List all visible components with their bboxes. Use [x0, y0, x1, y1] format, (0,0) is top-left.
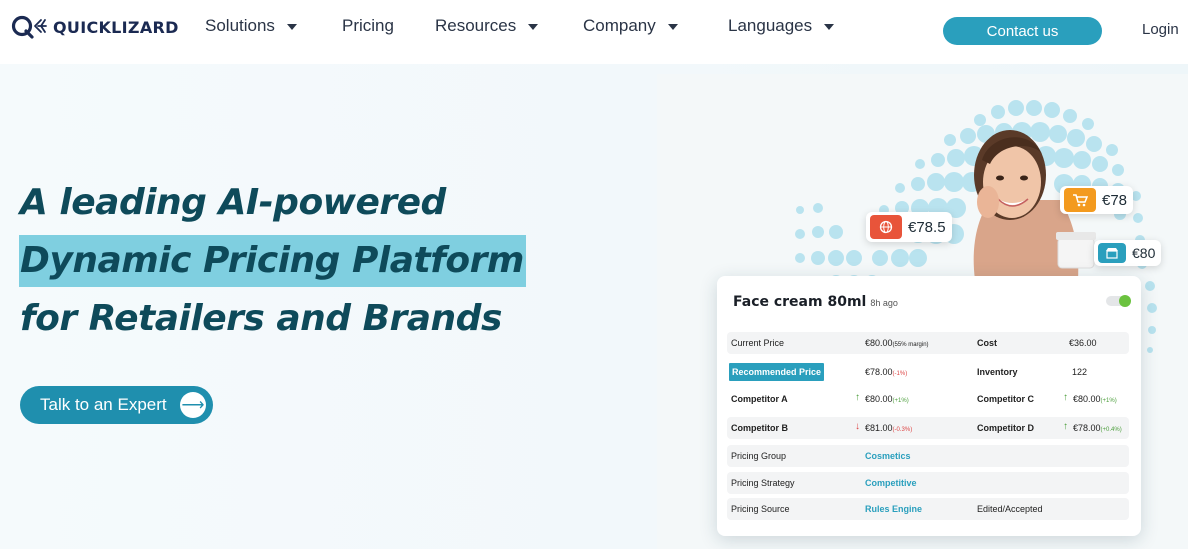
caret-down-icon: [667, 24, 678, 30]
login-link[interactable]: Login: [1142, 21, 1179, 38]
cta-label: Talk to an Expert: [40, 395, 167, 414]
instore-price: €80: [1132, 245, 1156, 261]
hero-headline: A leading AI-powered Dynamic Pricing Pla…: [19, 174, 526, 348]
nav-item-languages[interactable]: Languages: [728, 16, 835, 36]
instore-price-tag: €80: [1094, 240, 1162, 266]
card-title: Face cream 80ml 8h ago: [733, 294, 898, 310]
updated-time: 8h ago: [870, 298, 898, 308]
current-price-label: Current Price: [731, 338, 785, 348]
competitor-a-amount: €80.00: [865, 394, 893, 404]
caret-down-icon: [528, 24, 539, 30]
arrow-up-icon: ↑: [1063, 392, 1068, 403]
competitor-d-label: Competitor D: [977, 423, 1034, 433]
pricing-group-label: Pricing Group: [731, 451, 787, 461]
headline-line-1: A leading AI-powered: [20, 182, 446, 223]
competitor-b-value: €81.00(-0.3%): [865, 423, 912, 433]
contact-us-button[interactable]: Contact us: [943, 17, 1102, 45]
competitor-c-value: €80.00(+1%): [1073, 394, 1117, 404]
talk-to-expert-button[interactable]: Talk to an Expert ⟶: [20, 386, 213, 424]
status-toggle[interactable]: [1106, 295, 1131, 307]
competitor-a-label: Competitor A: [731, 394, 788, 404]
caret-down-icon: [286, 24, 297, 30]
pricing-source-label: Pricing Source: [731, 504, 790, 514]
recommended-amount: €78.00: [865, 367, 893, 377]
recommended-price-badge: Recommended Price: [729, 363, 825, 381]
marketplace-price: €78: [1102, 191, 1128, 209]
pricing-source-value[interactable]: Rules Engine: [865, 504, 922, 514]
arrow-right-icon: ⟶: [180, 392, 206, 418]
table-row: Recommended Price €78.00(-1%) Inventory …: [727, 361, 1129, 383]
nav-item-label: Solutions: [205, 16, 275, 35]
store-icon: [1098, 243, 1126, 263]
nav-item-pricing[interactable]: Pricing: [342, 16, 394, 36]
current-price-amount: €80.00: [865, 338, 893, 348]
www-price-tag: €78.5: [866, 212, 952, 242]
competitor-d-value: €78.00(+0.4%): [1073, 423, 1122, 433]
nav-item-label: Company: [583, 16, 656, 35]
product-pricing-card: Face cream 80ml 8h ago Current Price €80.…: [717, 276, 1141, 536]
cost-label: Cost: [977, 338, 997, 348]
lizard-logo-icon: [11, 14, 49, 40]
nav-item-label: Resources: [435, 16, 517, 35]
competitor-d-change: (+0.4%): [1100, 427, 1122, 433]
arrow-up-icon: ↑: [1063, 421, 1068, 432]
table-row: Pricing Source Rules Engine Edited/Accep…: [727, 498, 1129, 520]
nav-item-resources[interactable]: Resources: [435, 16, 539, 36]
pricing-strategy-label: Pricing Strategy: [731, 478, 795, 488]
cost-value: €36.00: [1069, 338, 1097, 348]
competitor-a-change: (+1%): [892, 398, 909, 404]
logo-text: QUICKLIZARD: [53, 17, 179, 37]
top-nav: QUICKLIZARD Solutions Pricing Resources …: [0, 0, 1188, 64]
table-row: Competitor A ↑ €80.00(+1%) Competitor C …: [727, 388, 1129, 410]
arrow-down-icon: ↓: [855, 421, 860, 432]
competitor-c-change: (+1%): [1100, 398, 1117, 404]
headline-line-3: for Retailers and Brands: [20, 298, 502, 339]
arrow-up-icon: ↑: [855, 392, 860, 403]
inventory-label: Inventory: [977, 367, 1018, 377]
marketplace-price-tag: €78: [1060, 186, 1134, 214]
pricing-source-status: Edited/Accepted: [977, 504, 1043, 514]
pricing-group-value[interactable]: Cosmetics: [865, 451, 911, 461]
product-name: Face cream 80ml: [733, 294, 867, 310]
current-price-value: €80.00(55% margin): [865, 338, 929, 348]
competitor-c-label: Competitor C: [977, 394, 1034, 404]
headline-line-2-highlight: Dynamic Pricing Platform: [19, 235, 526, 287]
competitor-b-label: Competitor B: [731, 423, 788, 433]
margin-note: (55% margin): [892, 342, 929, 348]
shopping-cart-icon: [1064, 188, 1096, 212]
caret-down-icon: [824, 24, 835, 30]
competitor-a-value: €80.00(+1%): [865, 394, 909, 404]
table-row: Pricing Group Cosmetics: [727, 445, 1129, 467]
table-row: Pricing Strategy Competitive: [727, 472, 1129, 494]
recommended-change: (-1%): [892, 371, 908, 377]
logo[interactable]: QUICKLIZARD: [11, 14, 179, 40]
competitor-d-amount: €78.00: [1073, 423, 1101, 433]
competitor-b-amount: €81.00: [865, 423, 893, 433]
toggle-knob: [1119, 295, 1131, 307]
nav-item-label: Pricing: [342, 16, 394, 35]
competitor-c-amount: €80.00: [1073, 394, 1101, 404]
table-row: Competitor B ↓ €81.00(-0.3%) Competitor …: [727, 417, 1129, 439]
table-row: Current Price €80.00(55% margin) Cost €3…: [727, 332, 1129, 354]
competitor-b-change: (-0.3%): [892, 427, 913, 433]
inventory-value: 122: [1072, 367, 1088, 377]
recommended-price-value: €78.00(-1%): [865, 367, 907, 377]
nav-item-label: Languages: [728, 16, 813, 35]
globe-icon: [870, 215, 902, 239]
pricing-strategy-value[interactable]: Competitive: [865, 478, 917, 488]
nav-item-company[interactable]: Company: [583, 16, 678, 36]
nav-item-solutions[interactable]: Solutions: [205, 16, 297, 36]
www-price: €78.5: [908, 218, 946, 236]
